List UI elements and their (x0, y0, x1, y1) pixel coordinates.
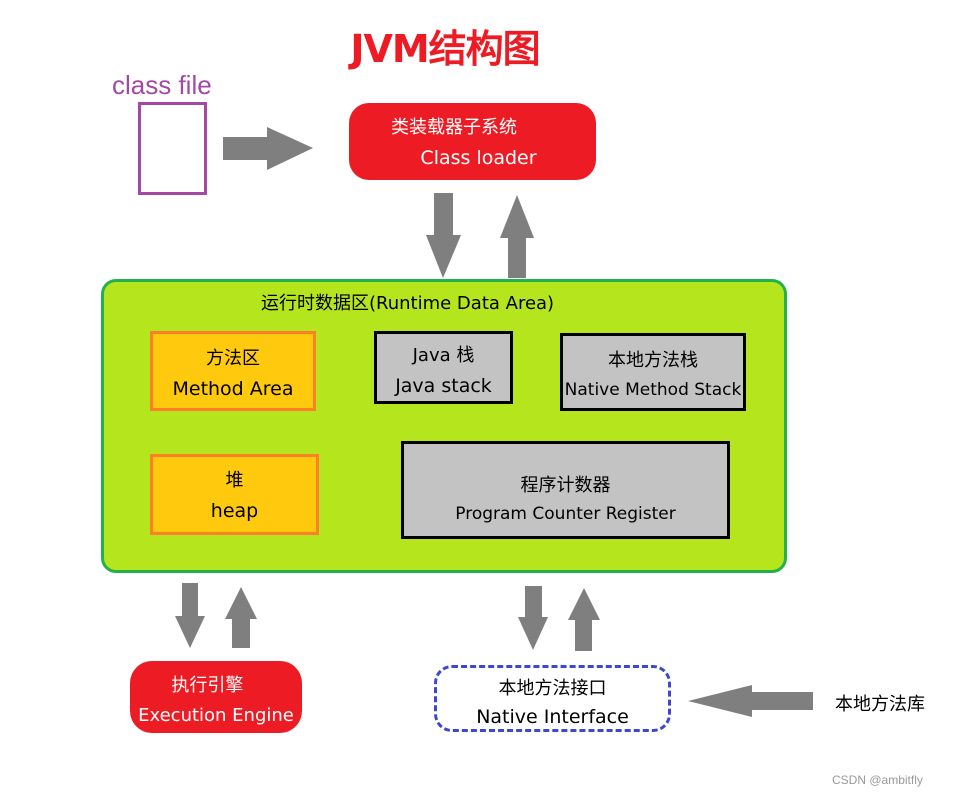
arrow-runtime-to-engine (175, 583, 205, 648)
arrow-classfile-to-loader (223, 127, 313, 170)
arrow-native-interface-to-runtime (568, 588, 600, 651)
arrow-runtime-to-native-interface (518, 586, 548, 650)
arrow-library-to-native-interface (688, 685, 813, 717)
arrow-loader-to-runtime (426, 193, 461, 278)
arrows-layer (175, 127, 813, 717)
arrow-runtime-to-loader (500, 195, 534, 278)
arrow-engine-to-runtime (225, 587, 257, 648)
